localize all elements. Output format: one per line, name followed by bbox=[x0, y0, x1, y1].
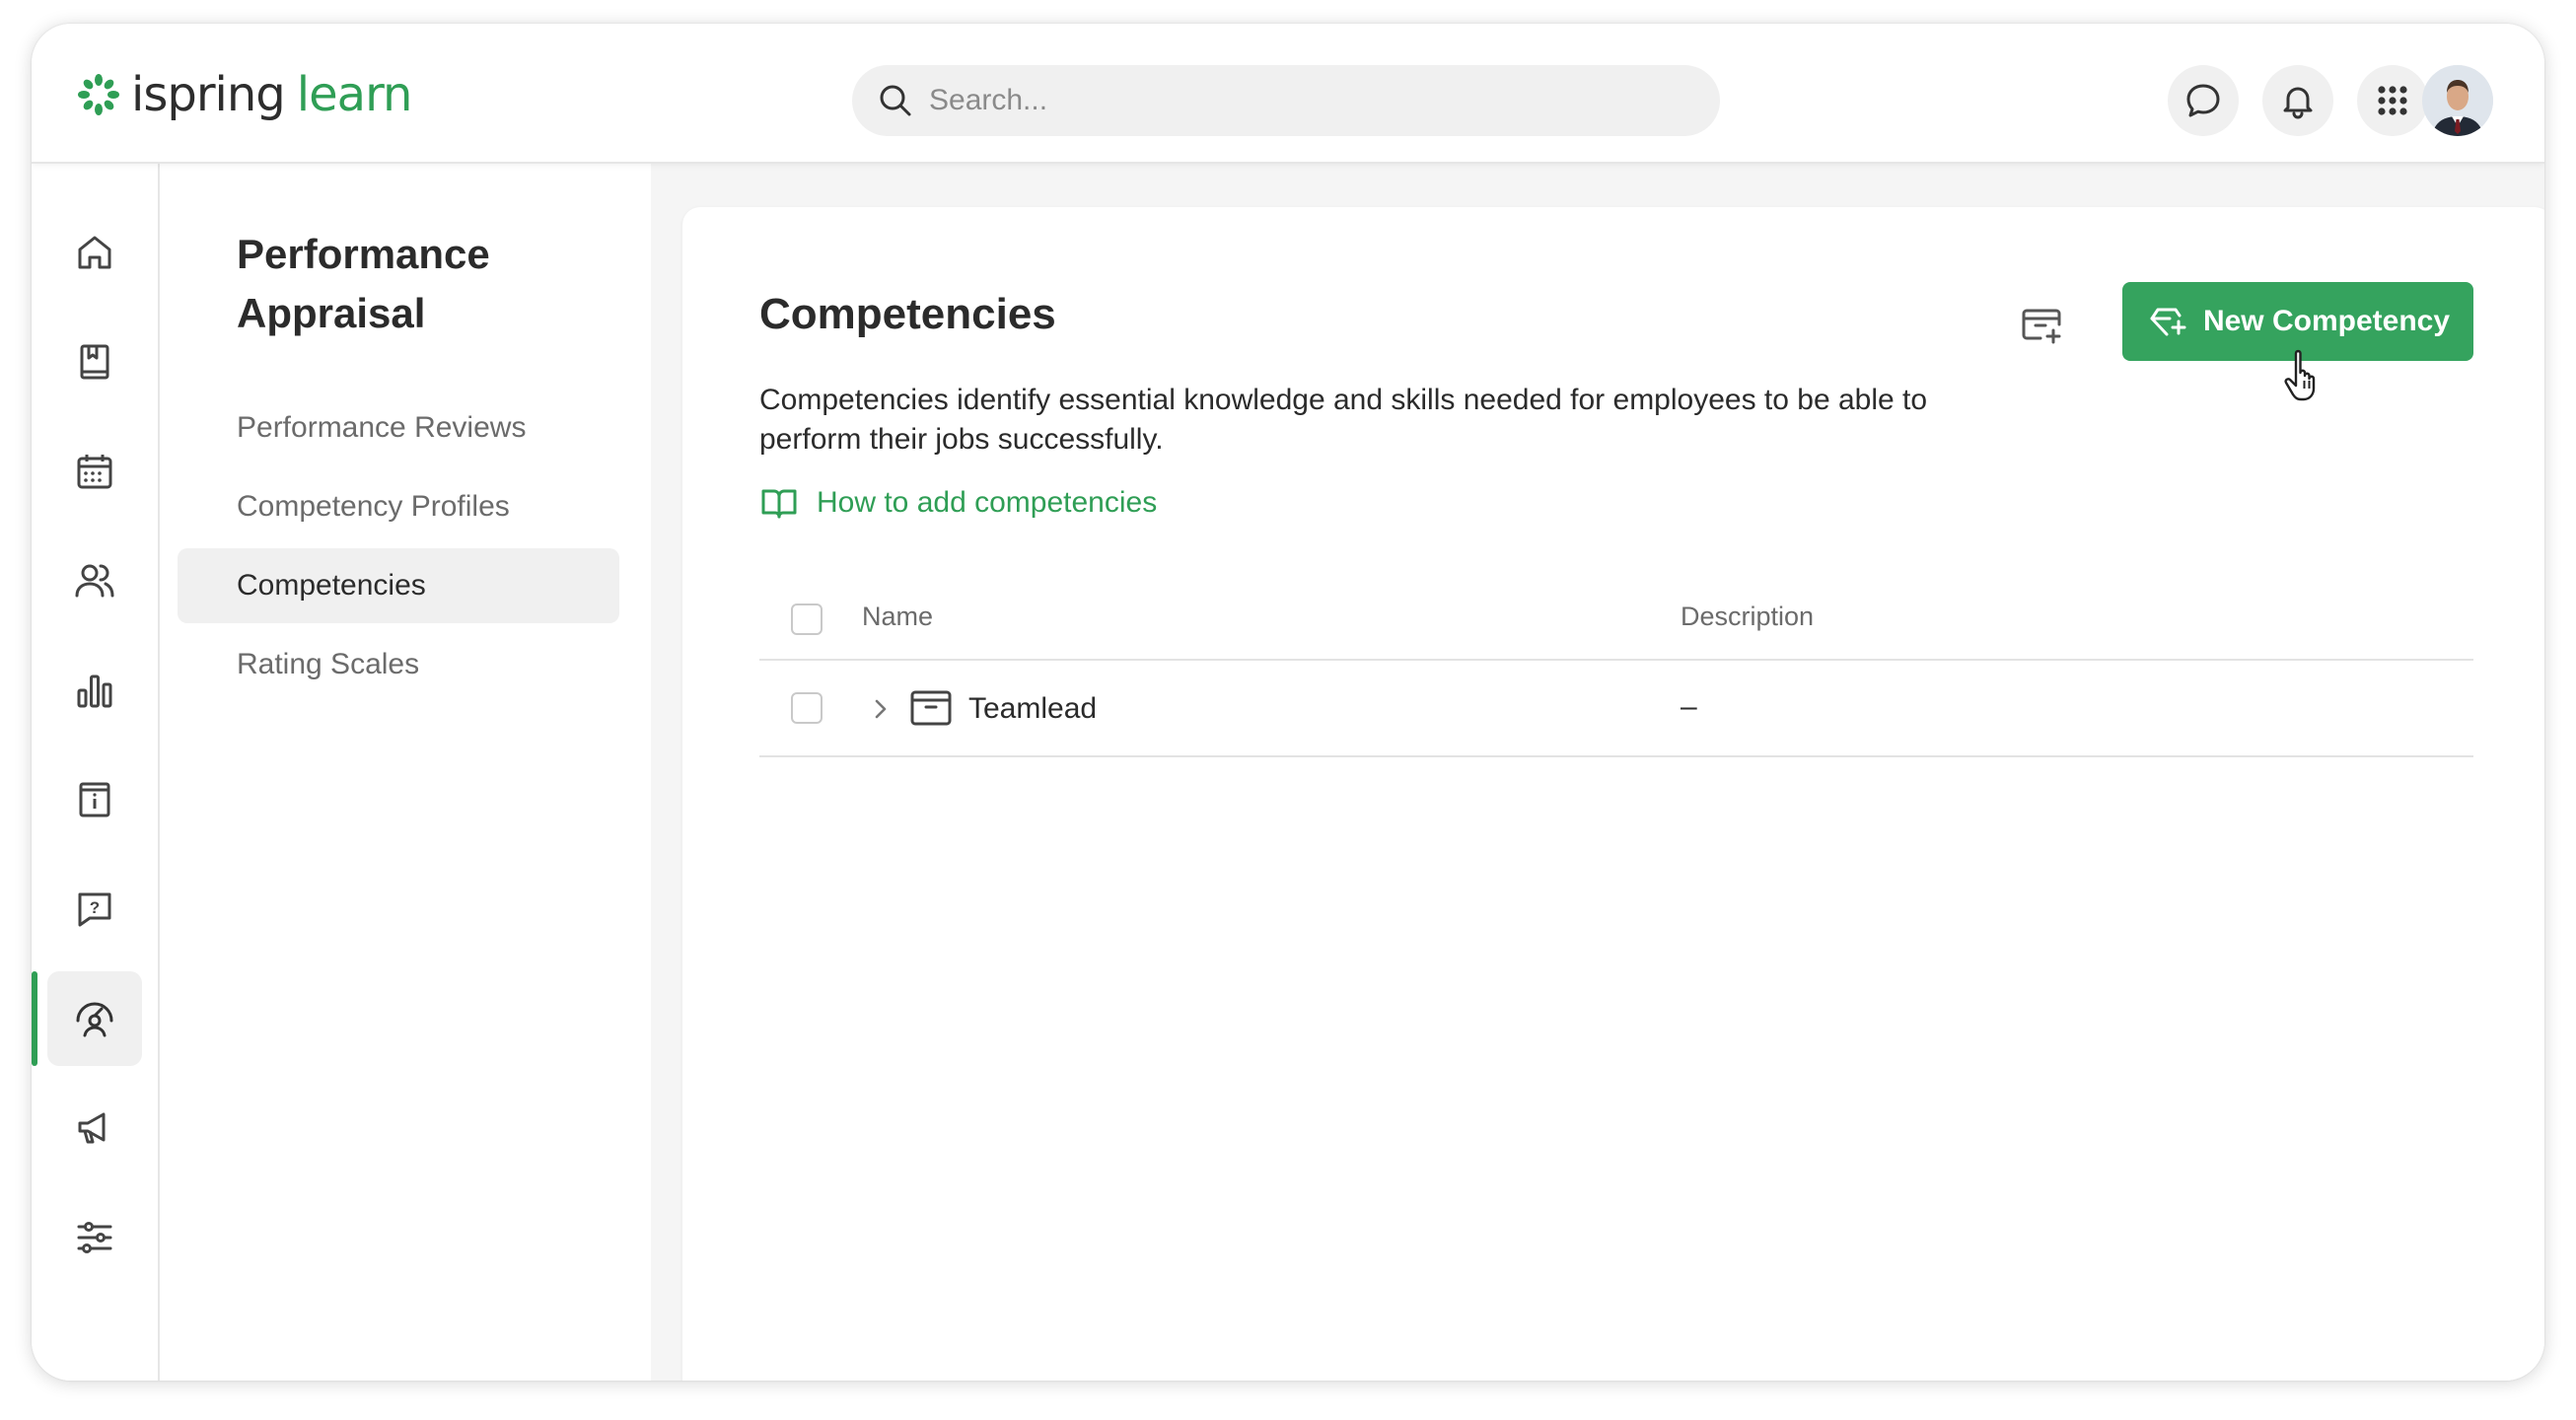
select-all-checkbox[interactable] bbox=[791, 604, 823, 635]
page-description: Competencies identify essential knowledg… bbox=[759, 384, 1928, 456]
how-to-add-label: How to add competencies bbox=[817, 486, 1158, 519]
how-to-add-link[interactable]: How to add competencies bbox=[759, 483, 1157, 523]
question-icon: ? bbox=[78, 892, 111, 927]
content-panel: Competencies New Competency Competencies… bbox=[682, 207, 2544, 1381]
logo[interactable]: ispring learn bbox=[76, 67, 413, 122]
top-header: ispring learn bbox=[32, 24, 2544, 164]
competencies-table: Name Description Teamlead – bbox=[759, 580, 2473, 757]
performance-icon bbox=[76, 1002, 113, 1037]
rail-quiz[interactable]: ? bbox=[47, 862, 142, 957]
column-name-header[interactable]: Name bbox=[862, 602, 933, 632]
apps-button[interactable] bbox=[2357, 65, 2428, 136]
add-competency-icon bbox=[2150, 308, 2186, 336]
row-checkbox[interactable] bbox=[791, 692, 823, 724]
app-window: ispring learn Search... ? Performance Ap… bbox=[32, 24, 2544, 1381]
home-icon bbox=[78, 236, 111, 269]
new-folder-button[interactable] bbox=[2014, 298, 2069, 353]
nav-performance-reviews[interactable]: Performance Reviews bbox=[178, 390, 619, 465]
section-title: Performance Appraisal bbox=[237, 231, 490, 336]
logo-word-learn: learn bbox=[296, 67, 413, 122]
reports-icon bbox=[77, 674, 112, 708]
settings-sliders-icon bbox=[77, 1222, 112, 1253]
ispring-logo-icon bbox=[78, 74, 119, 115]
info-icon bbox=[79, 782, 110, 817]
nav-rating-scales[interactable]: Rating Scales bbox=[178, 627, 619, 702]
user-avatar[interactable] bbox=[2422, 65, 2493, 136]
users-icon bbox=[75, 564, 114, 598]
rail-reports[interactable] bbox=[47, 643, 142, 738]
section-nav: Performance Appraisal Performance Review… bbox=[162, 164, 651, 1381]
table-row[interactable]: Teamlead – bbox=[759, 661, 2473, 757]
search-input[interactable] bbox=[929, 84, 1679, 117]
rail-home[interactable] bbox=[47, 205, 142, 300]
row-description: – bbox=[1681, 690, 1697, 723]
rail-users[interactable] bbox=[47, 533, 142, 628]
chat-button[interactable] bbox=[2168, 65, 2239, 136]
svg-text:?: ? bbox=[90, 898, 100, 917]
apps-grid-icon bbox=[2378, 86, 2407, 115]
left-rail: ? bbox=[32, 164, 160, 1381]
rail-info[interactable] bbox=[47, 752, 142, 847]
nav-competencies[interactable]: Competencies bbox=[178, 548, 619, 623]
new-competency-label: New Competency bbox=[2202, 305, 2451, 337]
logo-text: ispring learn bbox=[131, 67, 413, 122]
open-book-icon bbox=[761, 489, 797, 519]
logo-word-ispring: ispring bbox=[131, 67, 286, 122]
page-title: Competencies bbox=[759, 290, 1056, 338]
rail-active-indicator bbox=[32, 971, 37, 1066]
notifications-button[interactable] bbox=[2262, 65, 2333, 136]
rail-announcements[interactable] bbox=[47, 1081, 142, 1175]
search-icon bbox=[880, 85, 911, 116]
table-header: Name Description bbox=[759, 580, 2473, 661]
book-icon bbox=[80, 344, 109, 380]
nav-competency-profiles[interactable]: Competency Profiles bbox=[178, 469, 619, 544]
hand-cursor-icon bbox=[2284, 349, 2316, 401]
calendar-icon bbox=[77, 455, 112, 489]
megaphone-icon bbox=[78, 1112, 106, 1144]
row-name[interactable]: Teamlead bbox=[968, 692, 1097, 726]
rail-calendar[interactable] bbox=[47, 424, 142, 519]
avatar-portrait-icon bbox=[2422, 65, 2493, 136]
column-description-header: Description bbox=[1681, 602, 1815, 631]
chevron-right-icon[interactable] bbox=[864, 692, 897, 726]
rail-settings[interactable] bbox=[47, 1190, 142, 1285]
rail-performance[interactable] bbox=[47, 971, 142, 1066]
rail-learning[interactable] bbox=[47, 315, 142, 409]
search-bar[interactable] bbox=[852, 65, 1720, 136]
bell-icon bbox=[2283, 87, 2313, 119]
chat-icon bbox=[2186, 84, 2220, 117]
add-folder-icon bbox=[2022, 309, 2061, 344]
folder-icon bbox=[910, 690, 952, 726]
